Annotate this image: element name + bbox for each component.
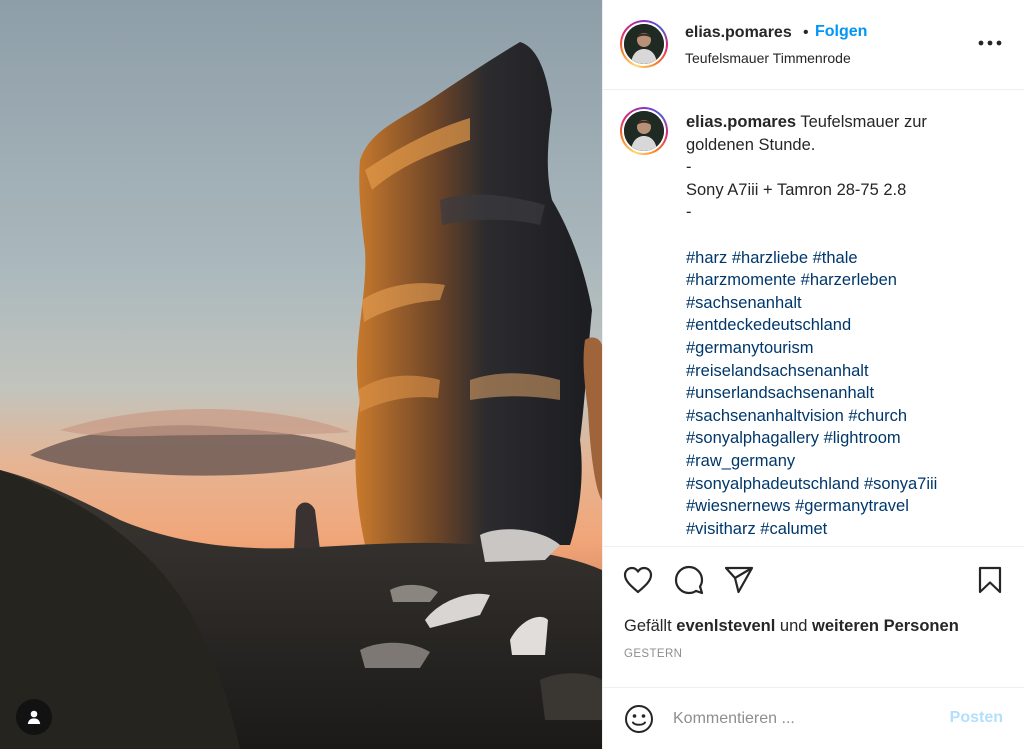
hashtag-line[interactable]: #harzmomente #harzerleben — [686, 269, 1006, 292]
hashtag-line[interactable]: #germanytourism — [686, 337, 1006, 360]
post-actions: Gefällt evenlstevenl und weiteren Person… — [603, 548, 1024, 688]
hashtag-line[interactable]: #sonyalphadeutschland #sonya7iii — [686, 473, 1006, 496]
post-date[interactable]: GESTERN — [624, 648, 682, 660]
share-button[interactable] — [723, 564, 755, 596]
hashtag-line[interactable]: #reiselandsachsenanhalt — [686, 360, 1006, 383]
avatar-image — [624, 24, 664, 64]
heart-icon — [623, 566, 653, 594]
hashtag-line[interactable]: #raw_germany — [686, 450, 1006, 473]
caption-text-line: goldenen Stunde. — [686, 135, 816, 154]
hashtag-line[interactable]: #sachsenanhaltvision #church — [686, 405, 1006, 428]
post-header: elias.pomares • Folgen Teufelsmauer Timm… — [603, 0, 1024, 90]
comment-button[interactable] — [673, 564, 705, 596]
paper-plane-icon — [724, 566, 754, 594]
hashtag-line[interactable]: #entdeckedeutschland — [686, 314, 1006, 337]
likes-user[interactable]: evenlstevenl — [676, 617, 775, 635]
hashtag-line[interactable]: #harz #harzliebe #thale — [686, 247, 1006, 270]
tagged-users-button[interactable] — [16, 699, 52, 735]
more-options-button[interactable] — [977, 30, 1003, 56]
likes-prefix: Gefällt — [624, 617, 677, 635]
user-icon — [27, 710, 41, 724]
post-side-panel: elias.pomares • Folgen Teufelsmauer Timm… — [602, 0, 1024, 749]
hashtag-line[interactable]: #sachsenanhalt — [686, 292, 1006, 315]
more-options-icon — [978, 40, 1002, 46]
post-photo[interactable] — [0, 0, 602, 749]
post-author-username[interactable]: elias.pomares — [685, 24, 792, 42]
caption-avatar[interactable] — [620, 107, 668, 155]
avatar-image — [624, 111, 664, 151]
post-location[interactable]: Teufelsmauer Timmenrode — [685, 50, 851, 66]
hashtag-line[interactable]: #visitharz #calumet — [686, 518, 1006, 541]
caption-gear: Sony A7iii + Tamron 28-75 2.8 — [686, 180, 907, 199]
comment-icon — [674, 565, 704, 595]
save-button[interactable] — [974, 564, 1006, 596]
caption-area: elias.pomares Teufelsmauer zur goldenen … — [603, 91, 1024, 547]
post-image — [0, 0, 602, 749]
caption-dash: - — [686, 158, 692, 177]
comment-box: Posten — [603, 689, 1024, 749]
emoji-icon — [625, 705, 653, 733]
likes-others[interactable]: weiteren Personen — [812, 617, 959, 635]
caption-text: elias.pomares Teufelsmauer zur goldenen … — [686, 111, 1006, 540]
hashtag-line[interactable]: #unserlandsachsenanhalt — [686, 382, 1006, 405]
comment-input[interactable] — [673, 706, 933, 732]
separator-dot: • — [803, 24, 809, 41]
caption-text-line: Teufelsmauer zur — [796, 113, 927, 131]
avatar[interactable] — [620, 20, 668, 68]
hashtag-line[interactable]: #sonyalphagallery #lightroom — [686, 427, 1006, 450]
caption-dash: - — [686, 203, 692, 222]
likes-middle: und — [775, 617, 813, 635]
emoji-button[interactable] — [623, 703, 655, 735]
follow-button[interactable]: Folgen — [815, 23, 867, 41]
caption-username[interactable]: elias.pomares — [686, 113, 796, 131]
post-comment-button[interactable]: Posten — [950, 709, 1003, 727]
like-button[interactable] — [622, 564, 654, 596]
likes-text: Gefällt evenlstevenl und weiteren Person… — [624, 617, 959, 636]
bookmark-icon — [978, 566, 1002, 594]
hashtag-line[interactable]: #wiesnernews #germanytravel — [686, 495, 1006, 518]
